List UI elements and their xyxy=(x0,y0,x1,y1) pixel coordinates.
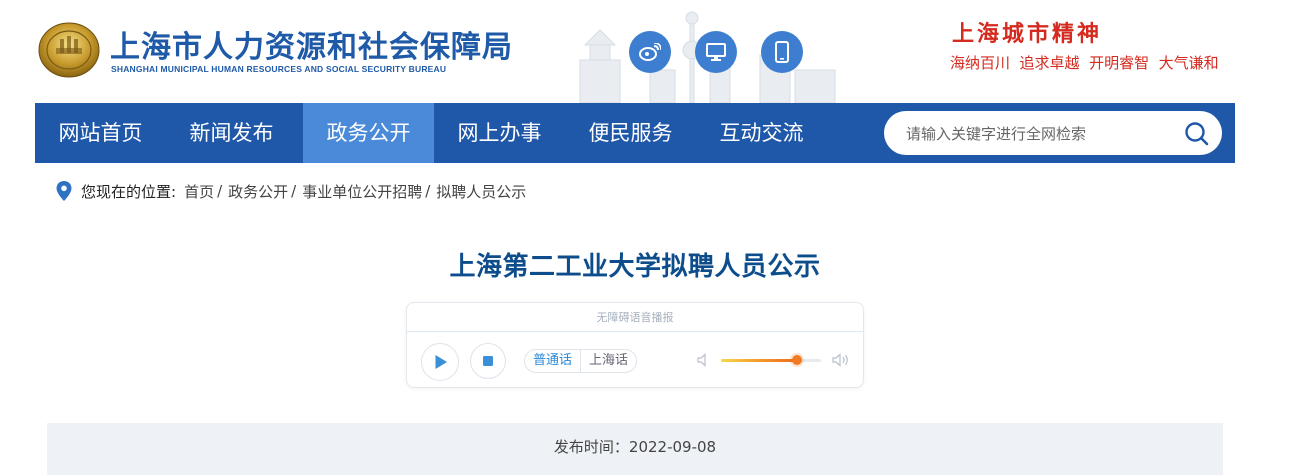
breadcrumb-link-government-affairs[interactable]: 政务公开 xyxy=(228,181,288,202)
volume-slider[interactable] xyxy=(721,355,821,365)
breadcrumb-label: 您现在的位置: xyxy=(81,182,177,201)
language-mandarin[interactable]: 普通话 xyxy=(525,350,580,372)
nav-item-government-affairs[interactable]: 政务公开 xyxy=(303,103,434,163)
breadcrumb-separator: / xyxy=(291,182,297,200)
mobile-button[interactable] xyxy=(761,31,803,73)
weibo-icon xyxy=(639,43,661,61)
mobile-icon xyxy=(775,41,789,63)
bureau-emblem-icon[interactable] xyxy=(36,20,102,80)
nav-item-home[interactable]: 网站首页 xyxy=(35,103,166,163)
breadcrumb-link-announcement[interactable]: 拟聘人员公示 xyxy=(436,181,526,202)
play-button[interactable] xyxy=(421,343,459,381)
main-nav: 网站首页 新闻发布 政务公开 网上办事 便民服务 互动交流 xyxy=(35,103,1235,163)
volume-slider-fill xyxy=(721,359,797,362)
weibo-button[interactable] xyxy=(629,31,671,73)
article-title: 上海第二工业大学拟聘人员公示 xyxy=(449,252,821,282)
site-subtitle: SHANGHAI MUNICIPAL HUMAN RESOURCES AND S… xyxy=(111,64,447,74)
nav-item-interaction[interactable]: 互动交流 xyxy=(696,103,827,163)
city-spirit-motto: 海纳百川 追求卓越 开明睿智 大气谦和 xyxy=(950,54,1219,72)
stop-icon xyxy=(483,356,493,366)
search-icon[interactable] xyxy=(1184,121,1210,147)
language-shanghainese[interactable]: 上海话 xyxy=(580,350,636,372)
volume-high-icon[interactable] xyxy=(831,352,851,368)
volume-slider-knob[interactable] xyxy=(792,355,802,365)
player-label: 无障碍语音播报 xyxy=(596,311,674,324)
stop-button[interactable] xyxy=(470,343,506,379)
publish-time: 发布时间：2022-09-08 xyxy=(553,438,717,456)
nav-item-online-services[interactable]: 网上办事 xyxy=(434,103,565,163)
play-icon xyxy=(435,355,447,369)
nav-item-news[interactable]: 新闻发布 xyxy=(166,103,297,163)
site-title[interactable]: 上海市人力资源和社会保障局 xyxy=(110,22,513,66)
breadcrumb-separator: / xyxy=(217,182,223,200)
search-box xyxy=(884,111,1222,157)
player-progress-bar[interactable] xyxy=(407,331,863,332)
volume-low-icon[interactable] xyxy=(696,352,712,368)
breadcrumb-separator: / xyxy=(425,182,431,200)
site-header: 上海市人力资源和社会保障局 SHANGHAI MUNICIPAL HUMAN R… xyxy=(0,0,1293,103)
nav-item-public-services[interactable]: 便民服务 xyxy=(565,103,696,163)
audio-player: 无障碍语音播报 普通话 上海话 xyxy=(406,302,864,388)
search-input[interactable] xyxy=(904,111,1178,157)
desktop-button[interactable] xyxy=(695,31,737,73)
article-meta-bar: 发布时间：2022-09-08 xyxy=(47,423,1223,475)
breadcrumb-link-recruitment[interactable]: 事业单位公开招聘 xyxy=(302,181,422,202)
language-toggle: 普通话 上海话 xyxy=(524,349,638,373)
desktop-icon xyxy=(706,43,726,61)
location-pin-icon xyxy=(56,181,72,201)
city-spirit-title: 上海城市精神 xyxy=(952,21,1103,47)
breadcrumb: 您现在的位置: 首页 / 政务公开 / 事业单位公开招聘 / 拟聘人员公示 xyxy=(55,179,526,203)
breadcrumb-link-home[interactable]: 首页 xyxy=(184,181,214,202)
